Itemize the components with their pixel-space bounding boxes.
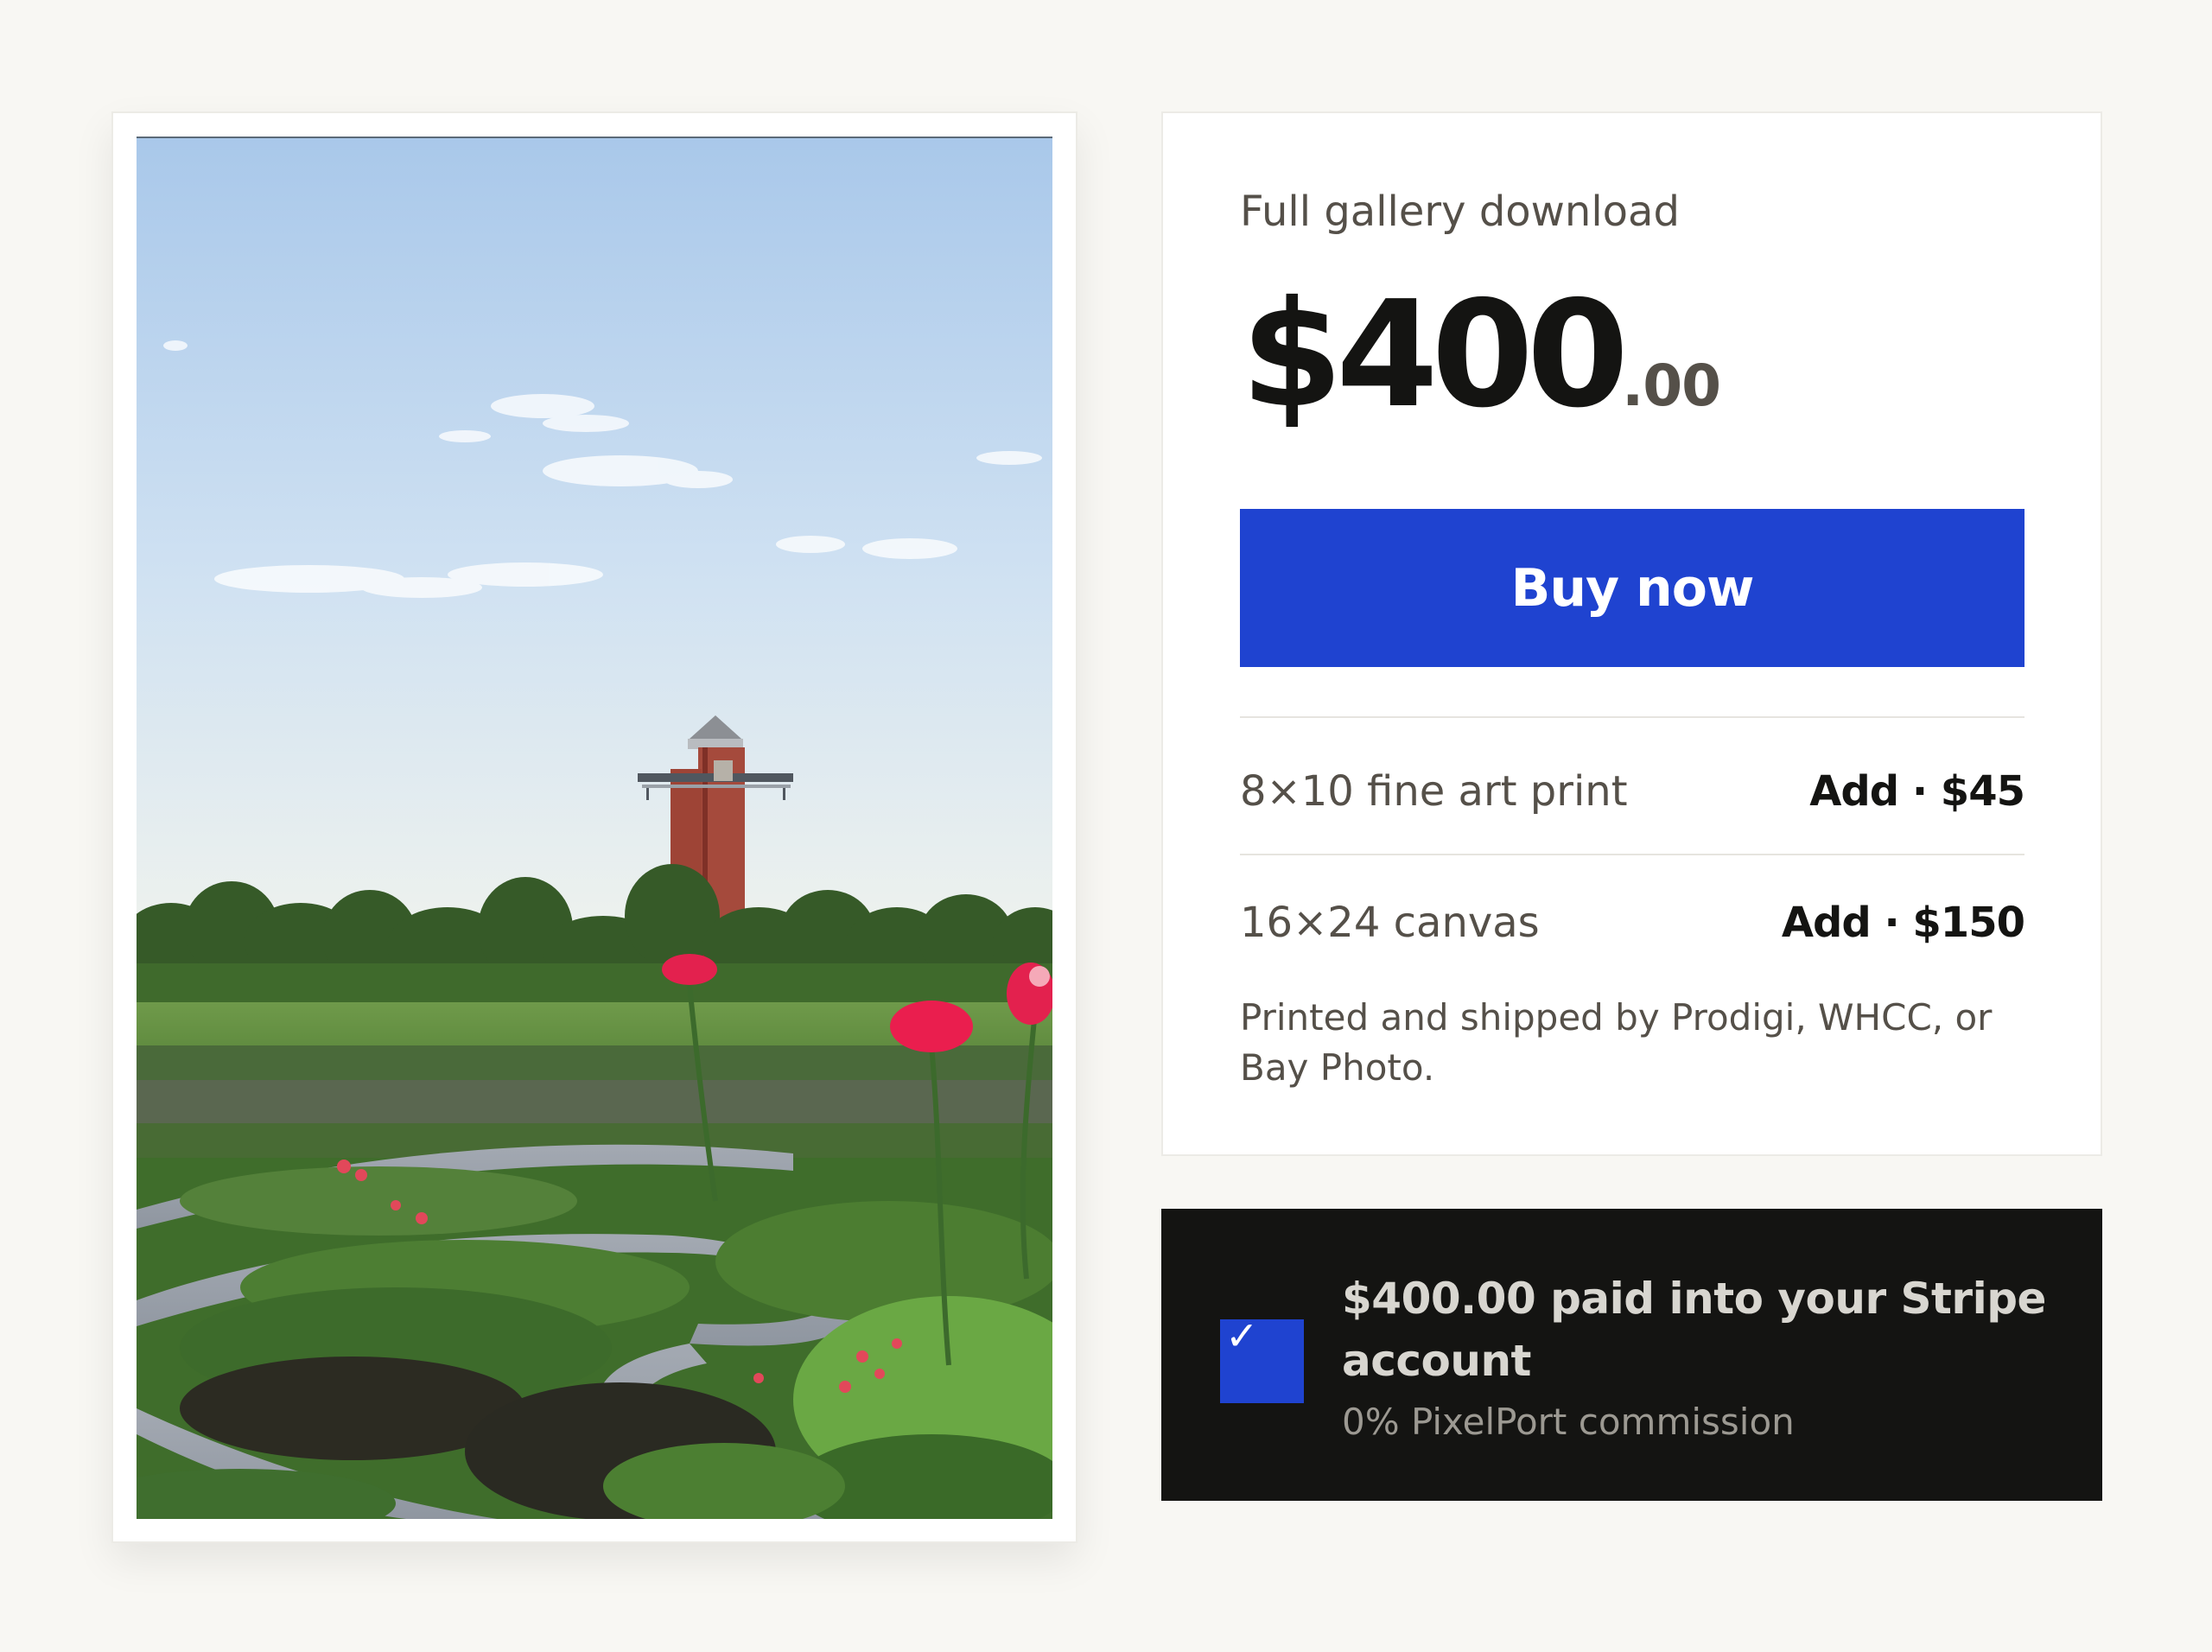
add-fine-art-print-button[interactable]: Add · $45 <box>1809 767 2025 816</box>
gallery-photo[interactable] <box>137 137 1052 1519</box>
buy-now-button[interactable]: Buy now <box>1240 509 2024 667</box>
price-cents: .00 <box>1622 353 1721 419</box>
price: $400.00 <box>1241 282 1721 429</box>
payout-card: ✓ $400.00 paid into your Stripe account … <box>1161 1209 2102 1501</box>
add-canvas-button[interactable]: Add · $150 <box>1782 899 2025 947</box>
addon-row-canvas: 16×24 canvas Add · $150 <box>1240 888 2025 957</box>
addon-name: 16×24 canvas <box>1240 899 1540 947</box>
photo-card <box>111 111 1077 1543</box>
divider <box>1240 716 2024 718</box>
pricing-card: Full gallery download $400.00 Buy now 8×… <box>1161 111 2102 1156</box>
addon-row-fine-art-print: 8×10 fine art print Add · $45 <box>1240 757 2025 826</box>
payout-title: $400.00 paid into your Stripe account <box>1342 1274 2046 1386</box>
fulfillment-note: Printed and shipped by Prodigi, WHCC, or… <box>1240 996 1993 1089</box>
addon-name: 8×10 fine art print <box>1240 767 1628 816</box>
payout-subtitle: 0% PixelPort commission <box>1342 1401 1795 1443</box>
checkmark-icon: ✓ <box>1220 1316 1304 1403</box>
divider <box>1240 854 2024 855</box>
price-whole: $400 <box>1241 270 1629 441</box>
product-label: Full gallery download <box>1240 187 1680 236</box>
